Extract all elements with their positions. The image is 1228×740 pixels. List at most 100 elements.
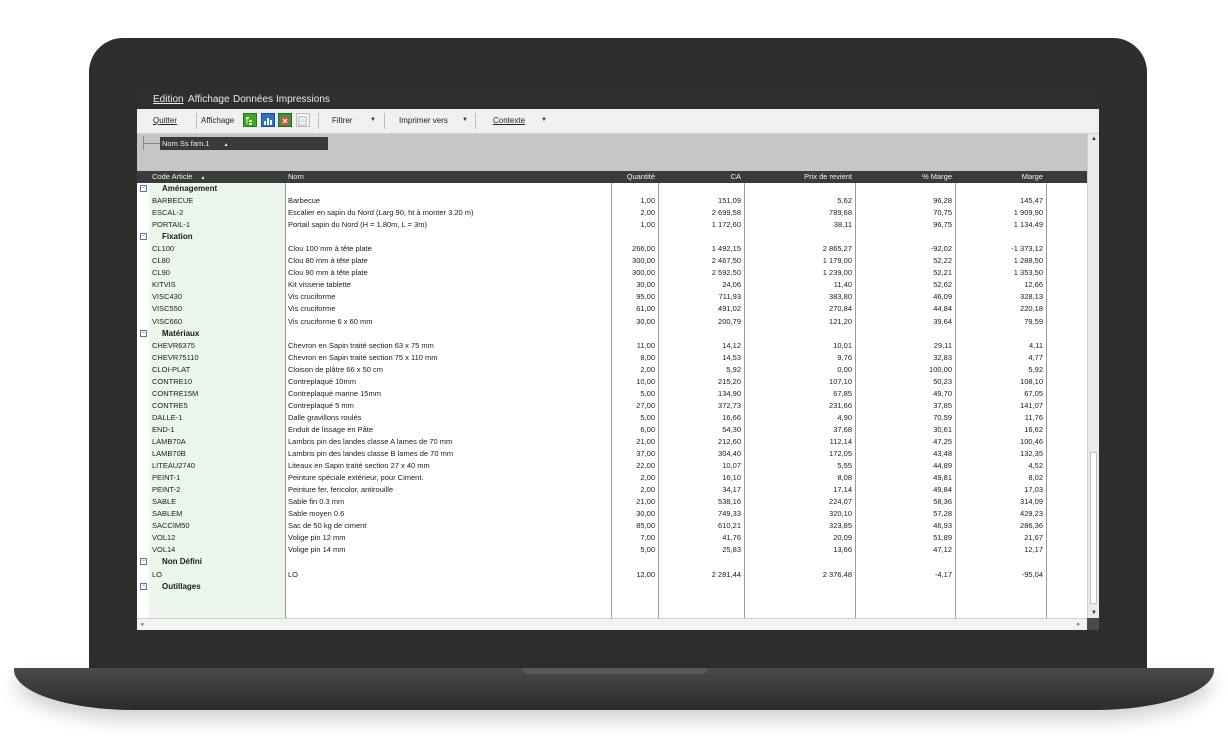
- cell-ca[interactable]: 200,79: [658, 316, 744, 328]
- cell-pct-marge[interactable]: 44,89: [855, 460, 955, 472]
- cell-quantite[interactable]: 61,00: [611, 303, 658, 315]
- table-row[interactable]: VOL14 Volige pin 14 mm 5,00 25,83 13,66 47,12…: [137, 544, 1087, 556]
- cell-marge[interactable]: 4,77: [955, 352, 1046, 364]
- cell-quantite[interactable]: 1,00: [611, 195, 658, 207]
- collapse-icon[interactable]: −: [140, 582, 147, 590]
- cell-nom[interactable]: Volige pin 14 mm: [285, 544, 611, 556]
- cell-marge[interactable]: 4,11: [955, 340, 1046, 352]
- cell-pct-marge[interactable]: 58,36: [855, 496, 955, 508]
- cell-pct-marge[interactable]: 47,25: [855, 436, 955, 448]
- cell-pct-marge[interactable]: 32,83: [855, 352, 955, 364]
- cell-quantite[interactable]: 2,00: [611, 484, 658, 496]
- cell-nom[interactable]: Escalier en sapin du Nord (Larg 90, ht à…: [285, 207, 611, 219]
- table-row[interactable]: PEINT-1 Peinture spéciale extérieur, pour…: [137, 472, 1087, 484]
- table-row[interactable]: VOL12 Volige pin 12 mm 7,00 41,76 20,09 51,89…: [137, 532, 1087, 544]
- cell-code[interactable]: END-1: [149, 424, 285, 436]
- cell-ca[interactable]: 54,30: [658, 424, 744, 436]
- cell-ca[interactable]: 2 281,44: [658, 569, 744, 581]
- cell-prix-revient[interactable]: 9,76: [744, 352, 855, 364]
- cell-code[interactable]: LAMB70B: [149, 448, 285, 460]
- cell-code[interactable]: SABLEM: [149, 508, 285, 520]
- table-row[interactable]: CLOI-PLAT Cloison de plâtre 66 x 50 cm 2,0…: [137, 364, 1087, 376]
- context-dropdown[interactable]: Contexte: [493, 116, 525, 125]
- table-row[interactable]: LAMB70B Lambris pin des landes classe B l…: [137, 448, 1087, 460]
- group-row[interactable]: − Fixation: [137, 231, 1087, 243]
- cell-prix-revient[interactable]: 5,62: [744, 195, 855, 207]
- chevron-down-icon[interactable]: ▼: [462, 117, 468, 123]
- cell-prix-revient[interactable]: 107,10: [744, 376, 855, 388]
- cell-code[interactable]: DALLE-1: [149, 412, 285, 424]
- cell-quantite[interactable]: 2,00: [611, 364, 658, 376]
- column-header-ca[interactable]: CA: [658, 171, 744, 183]
- table-row[interactable]: CONTRE15M Contreplaqué marine 15mm 5,00 134…: [137, 388, 1087, 400]
- table-row[interactable]: VISC550 Vis cruciforme 61,00 491,02 270,84 44…: [137, 303, 1087, 315]
- group-row[interactable]: − Non Défini: [137, 556, 1087, 568]
- cell-prix-revient[interactable]: 10,01: [744, 340, 855, 352]
- cell-marge[interactable]: 132,35: [955, 448, 1046, 460]
- cell-code[interactable]: PORTAIL-1: [149, 219, 285, 231]
- cell-ca[interactable]: 10,07: [658, 460, 744, 472]
- cell-prix-revient[interactable]: 320,10: [744, 508, 855, 520]
- group-row[interactable]: − Outillages: [137, 581, 1087, 593]
- cell-pct-marge[interactable]: 49,70: [855, 388, 955, 400]
- cell-prix-revient[interactable]: 323,85: [744, 520, 855, 532]
- cell-pct-marge[interactable]: 96,28: [855, 195, 955, 207]
- cell-marge[interactable]: 1 134,49: [955, 219, 1046, 231]
- cell-pct-marge[interactable]: 70,75: [855, 207, 955, 219]
- cell-nom[interactable]: Sable moyen 0.6: [285, 508, 611, 520]
- cell-ca[interactable]: 2 699,58: [658, 207, 744, 219]
- cell-prix-revient[interactable]: 172,05: [744, 448, 855, 460]
- cell-quantite[interactable]: 5,00: [611, 388, 658, 400]
- cell-prix-revient[interactable]: 1 239,00: [744, 267, 855, 279]
- filter-dropdown[interactable]: Filtrer: [332, 116, 352, 125]
- table-row[interactable]: DALLE-1 Dalle gravillons roulés 5,00 16,66 4…: [137, 412, 1087, 424]
- cell-pct-marge[interactable]: 70,59: [855, 412, 955, 424]
- cell-pct-marge[interactable]: 29,11: [855, 340, 955, 352]
- cell-quantite[interactable]: 1,00: [611, 219, 658, 231]
- cell-ca[interactable]: 1 172,60: [658, 219, 744, 231]
- cell-quantite[interactable]: 21,00: [611, 496, 658, 508]
- cell-pct-marge[interactable]: 51,89: [855, 532, 955, 544]
- cell-ca[interactable]: 372,73: [658, 400, 744, 412]
- cell-quantite[interactable]: 266,00: [611, 243, 658, 255]
- table-row[interactable]: CHEVR75110 Chevron en Sapin traité sectio…: [137, 352, 1087, 364]
- cell-nom[interactable]: Cloison de plâtre 66 x 50 cm: [285, 364, 611, 376]
- cell-quantite[interactable]: 30,00: [611, 508, 658, 520]
- cell-pct-marge[interactable]: 52,22: [855, 255, 955, 267]
- chart-icon[interactable]: [261, 113, 275, 127]
- cell-nom[interactable]: Chevron en Sapin traité section 75 x 110…: [285, 352, 611, 364]
- cell-ca[interactable]: 215,20: [658, 376, 744, 388]
- table-row[interactable]: CL100 Clou 100 mm à tête plate 266,00 1 492…: [137, 243, 1087, 255]
- cell-marge[interactable]: 17,03: [955, 484, 1046, 496]
- cell-ca[interactable]: 212,60: [658, 436, 744, 448]
- cell-ca[interactable]: 538,16: [658, 496, 744, 508]
- cell-ca[interactable]: 16,10: [658, 472, 744, 484]
- cell-pct-marge[interactable]: 46,09: [855, 291, 955, 303]
- cell-code[interactable]: VOL12: [149, 532, 285, 544]
- table-row[interactable]: KITVIS Kit visserie tablette 30,00 24,06 11,…: [137, 279, 1087, 291]
- cell-marge[interactable]: 12,66: [955, 279, 1046, 291]
- cell-pct-marge[interactable]: -92,02: [855, 243, 955, 255]
- table-row[interactable]: CL80 Clou 80 mm à tête plate 300,00 2 467,5…: [137, 255, 1087, 267]
- cell-code[interactable]: LO: [149, 569, 285, 581]
- cell-code[interactable]: ESCAL-2: [149, 207, 285, 219]
- cell-code[interactable]: VISC550: [149, 303, 285, 315]
- cell-marge[interactable]: 100,46: [955, 436, 1046, 448]
- cell-code[interactable]: CONTRE5: [149, 400, 285, 412]
- cell-nom[interactable]: Lambris pin des landes classe B lames de…: [285, 448, 611, 460]
- cell-nom[interactable]: Peinture fer, fericolor, antirouille: [285, 484, 611, 496]
- cell-code[interactable]: VOL14: [149, 544, 285, 556]
- table-row[interactable]: BARBECUE Barbecue 1,00 151,09 5,62 96,28 145,4…: [137, 195, 1087, 207]
- column-header-marge[interactable]: Marge: [955, 171, 1046, 183]
- cell-marge[interactable]: 4,52: [955, 460, 1046, 472]
- cell-quantite[interactable]: 30,00: [611, 316, 658, 328]
- cell-pct-marge[interactable]: 100,00: [855, 364, 955, 376]
- cell-nom[interactable]: Sable fin 0.3 mm: [285, 496, 611, 508]
- cell-quantite[interactable]: 21,00: [611, 436, 658, 448]
- cell-nom[interactable]: Vis cruciforme 6 x 60 mm: [285, 316, 611, 328]
- cell-prix-revient[interactable]: 224,07: [744, 496, 855, 508]
- cell-prix-revient[interactable]: 2 865,27: [744, 243, 855, 255]
- cell-pct-marge[interactable]: 47,12: [855, 544, 955, 556]
- cell-prix-revient[interactable]: 5,55: [744, 460, 855, 472]
- cell-pct-marge[interactable]: -4,17: [855, 569, 955, 581]
